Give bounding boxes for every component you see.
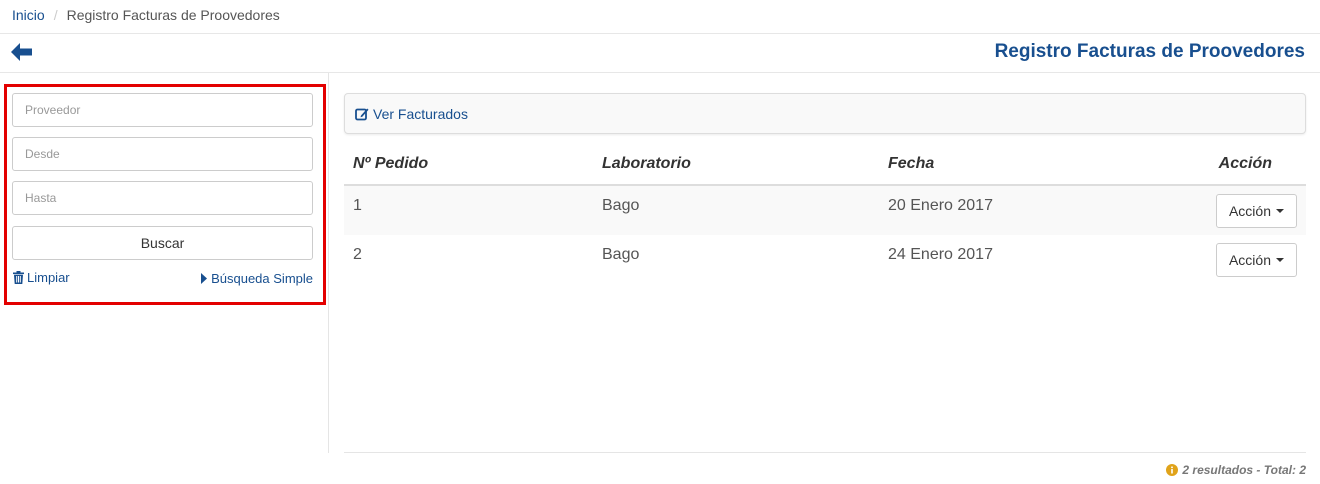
table-row: 1 Bago 20 Enero 2017 Acción — [344, 185, 1306, 235]
table-header-row: Nº Pedido Laboratorio Fecha Acción — [344, 144, 1306, 186]
back-button[interactable] — [11, 43, 33, 61]
edit-icon — [355, 108, 369, 121]
advanced-search-form: Buscar Limpiar Búsqueda Simple — [4, 84, 326, 305]
cell-laboratorio: Bago — [602, 197, 640, 214]
arrow-left-icon — [11, 43, 32, 61]
trash-icon — [13, 271, 24, 284]
results-text: 2 resultados - Total: 2 — [1182, 463, 1306, 477]
limpiar-label: Limpiar — [27, 270, 70, 285]
cell-laboratorio: Bago — [602, 246, 640, 263]
breadcrumb-home-link[interactable]: Inicio — [12, 7, 45, 23]
main-content: Ver Facturados Nº Pedido Laboratorio Fec… — [344, 73, 1306, 453]
accion-label: Acción — [1228, 203, 1271, 219]
caret-down-icon — [1276, 209, 1284, 213]
breadcrumb-separator: / — [53, 7, 58, 23]
proveedor-input[interactable] — [12, 93, 313, 127]
breadcrumb: Inicio / Registro Facturas de Proovedores — [0, 0, 1320, 34]
info-icon — [1166, 464, 1179, 476]
page-title: Registro Facturas de Proovedores — [994, 41, 1305, 62]
accion-dropdown-button[interactable]: Acción — [1215, 243, 1297, 277]
ver-facturados-link[interactable]: Ver Facturados — [355, 106, 468, 122]
hasta-input[interactable] — [12, 181, 313, 215]
breadcrumb-current: Registro Facturas de Proovedores — [66, 7, 280, 23]
ver-facturados-label: Ver Facturados — [373, 106, 468, 122]
accion-dropdown-button[interactable]: Acción — [1215, 194, 1297, 228]
cell-fecha: 20 Enero 2017 — [888, 197, 993, 214]
cell-pedido: 2 — [353, 246, 362, 263]
table-row: 2 Bago 24 Enero 2017 Acción — [344, 235, 1306, 285]
accion-label: Acción — [1228, 252, 1271, 268]
title-bar: Registro Facturas de Proovedores — [0, 34, 1320, 73]
facturados-panel: Ver Facturados — [344, 93, 1306, 134]
caret-right-icon — [201, 273, 208, 284]
sidebar: Buscar Limpiar Búsqueda Simple — [0, 73, 329, 453]
column-header-accion: Acción — [1169, 144, 1306, 186]
busqueda-simple-link[interactable]: Búsqueda Simple — [201, 271, 313, 286]
results-summary: 2 resultados - Total: 2 — [1166, 463, 1306, 477]
caret-down-icon — [1276, 258, 1284, 262]
busqueda-simple-label: Búsqueda Simple — [211, 271, 313, 286]
column-header-pedido: Nº Pedido — [344, 144, 593, 186]
column-header-laboratorio: Laboratorio — [593, 144, 879, 186]
cell-pedido: 1 — [353, 197, 362, 214]
buscar-button[interactable]: Buscar — [12, 226, 313, 260]
limpiar-link[interactable]: Limpiar — [13, 270, 70, 285]
footer-divider — [344, 452, 1306, 453]
cell-accion: Acción — [1169, 185, 1306, 235]
cell-fecha: 24 Enero 2017 — [888, 246, 993, 263]
desde-input[interactable] — [12, 137, 313, 171]
cell-accion: Acción — [1169, 235, 1306, 285]
facturas-table: Nº Pedido Laboratorio Fecha Acción 1 Bag… — [344, 144, 1306, 285]
column-header-fecha: Fecha — [879, 144, 1169, 186]
